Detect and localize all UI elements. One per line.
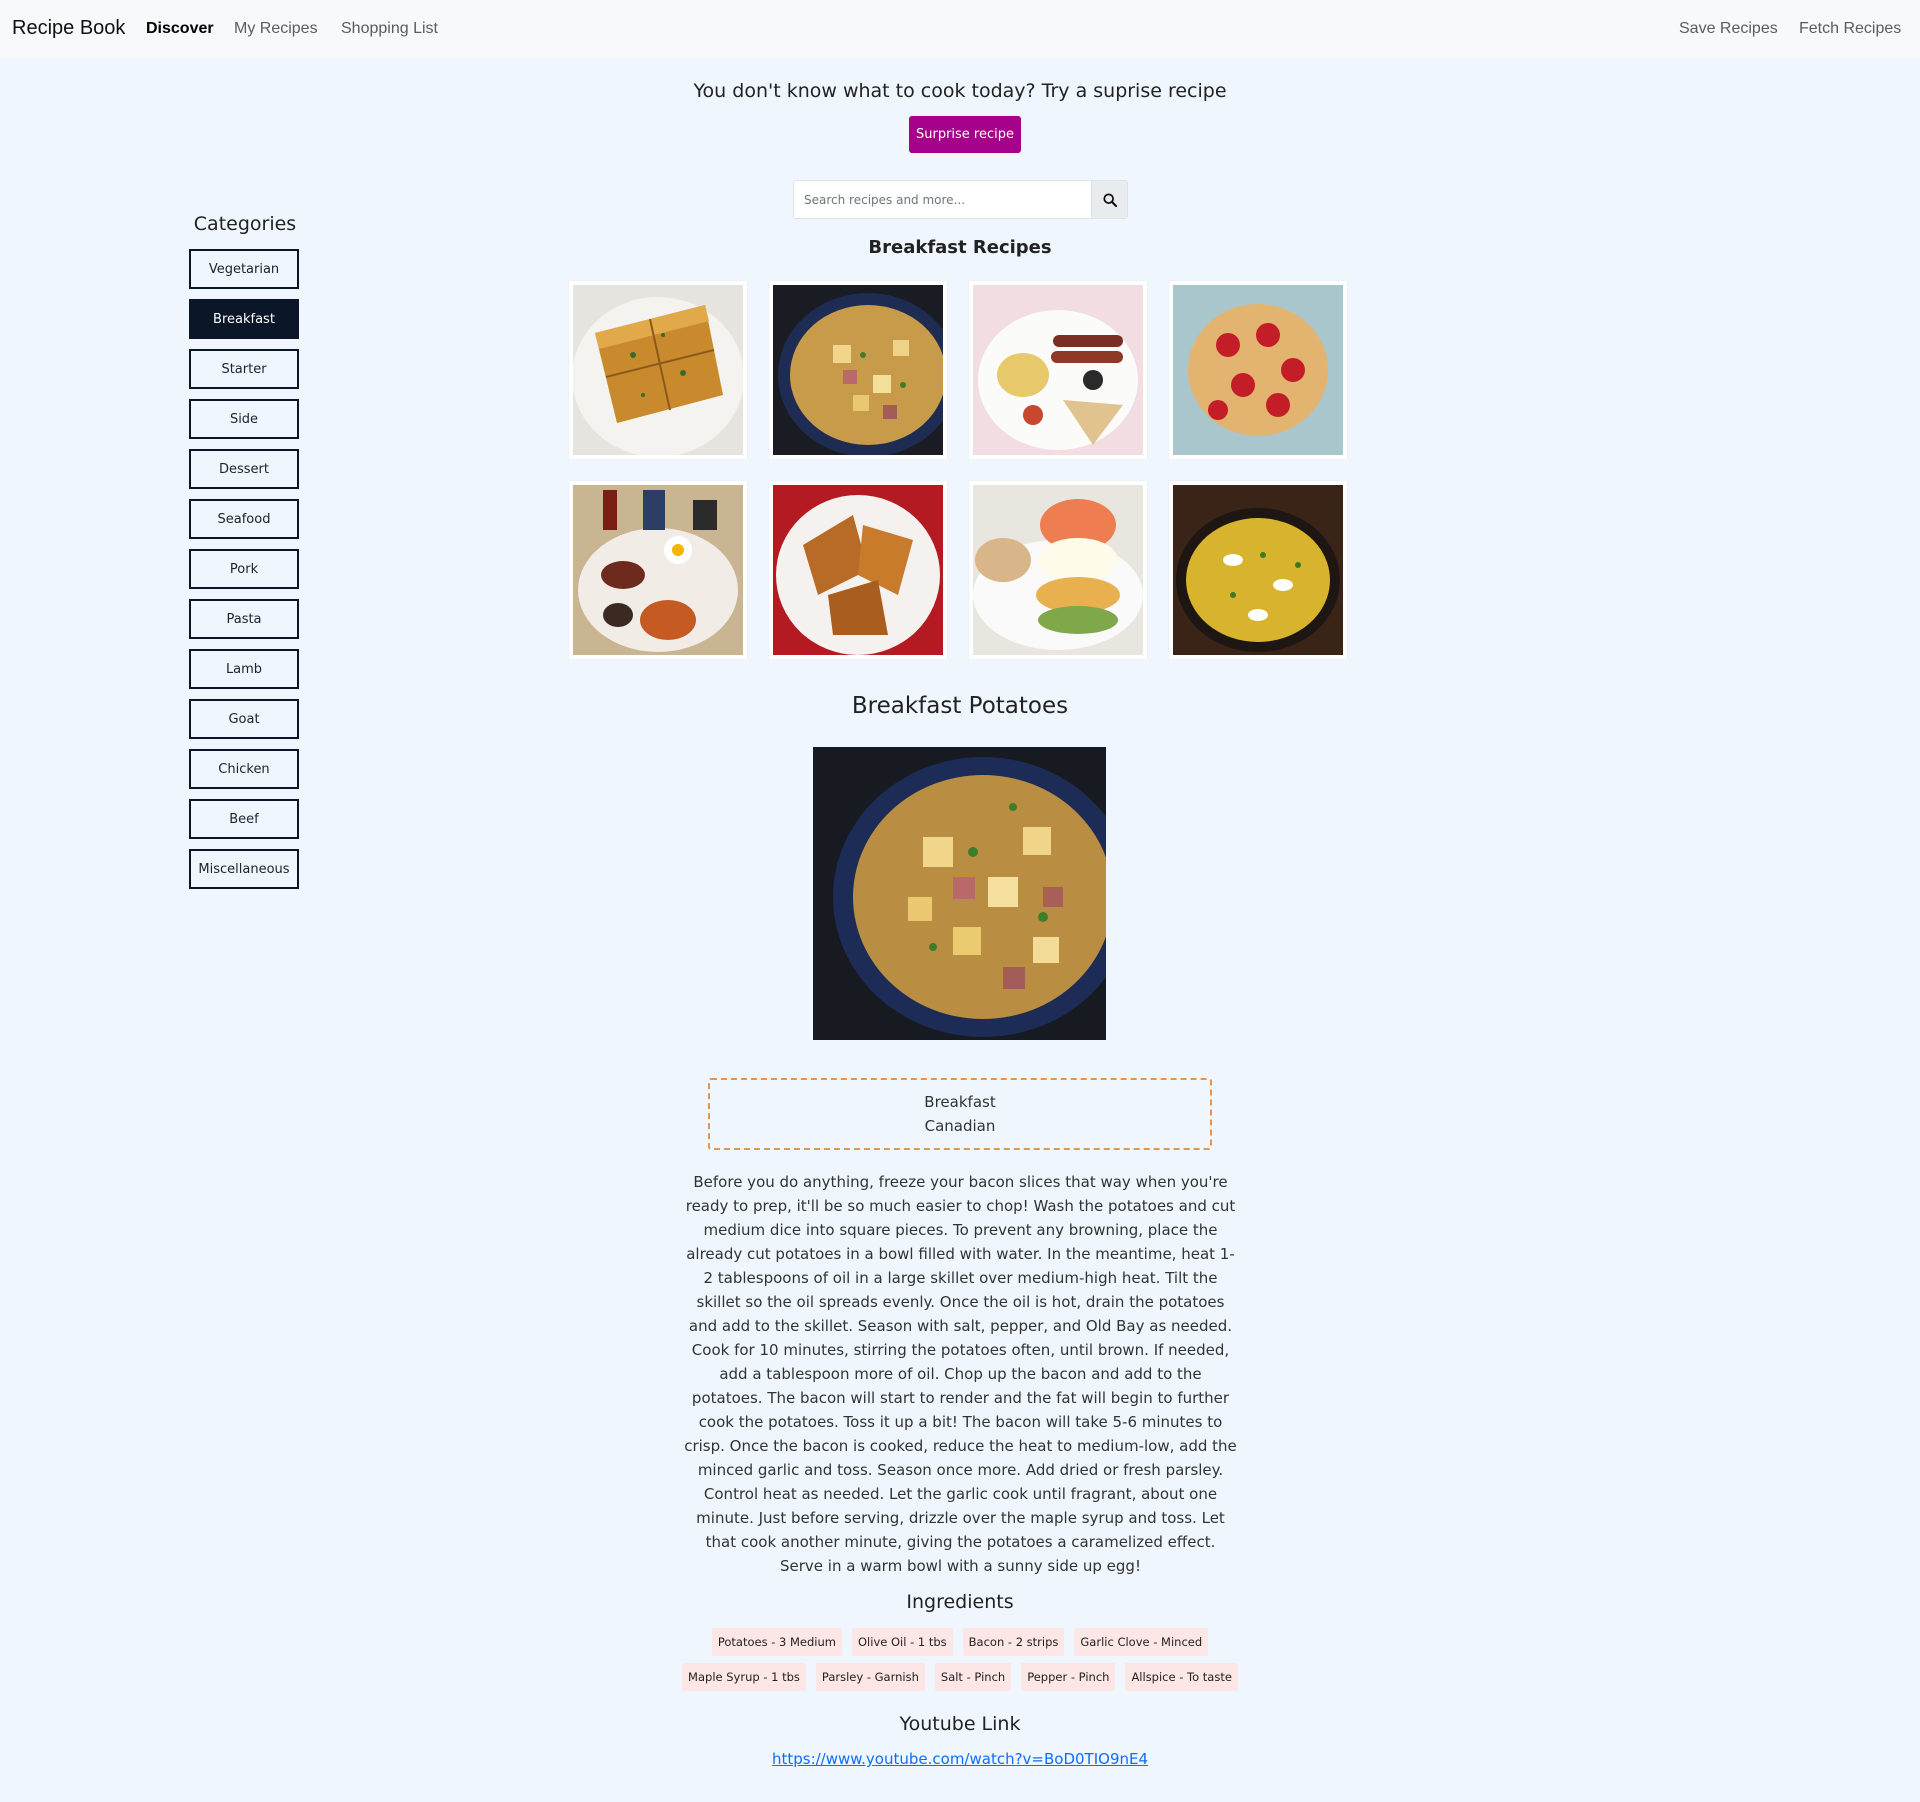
recipe-image (1173, 285, 1343, 455)
ingredient-tag: Salt - Pinch (934, 1663, 1012, 1691)
categories-title: Categories (193, 213, 297, 235)
ingredient-tag: Potatoes - 3 Medium (711, 1628, 842, 1656)
recipe-category: Breakfast (924, 1093, 996, 1111)
search-button[interactable] (1091, 181, 1127, 218)
recipe-instructions: Before you do anything, freeze your baco… (684, 1173, 1237, 1575)
recipe-image (1173, 485, 1343, 655)
nav-link-shopping-list[interactable]: Shopping List (341, 20, 438, 38)
ingredient-tag: Bacon - 2 strips (962, 1628, 1065, 1656)
category-starter[interactable]: Starter (189, 349, 299, 389)
ingredient-tag: Olive Oil - 1 tbs (852, 1628, 953, 1656)
recipe-thumbnail[interactable] (969, 281, 1147, 459)
brand-logo[interactable]: Recipe Book (12, 17, 125, 40)
recipe-hero-image (813, 747, 1106, 1040)
category-miscellaneous[interactable]: Miscellaneous (189, 849, 299, 889)
category-beef[interactable]: Beef (189, 799, 299, 839)
recipe-image (773, 285, 943, 455)
recipe-image (773, 485, 943, 655)
youtube-link[interactable]: https://www.youtube.com/watch?v=BoD0TIO9… (772, 1750, 1148, 1768)
ingredient-tag: Pepper - Pinch (1021, 1663, 1116, 1691)
category-breakfast[interactable]: Breakfast (189, 299, 299, 339)
ingredients-row: Potatoes - 3 Medium Olive Oil - 1 tbs Ba… (0, 1628, 1920, 1656)
search-icon (1102, 192, 1117, 207)
youtube-link-container: https://www.youtube.com/watch?v=BoD0TIO9… (0, 1750, 1920, 1768)
recipe-image (573, 485, 743, 655)
nav-link-discover[interactable]: Discover (146, 20, 214, 38)
youtube-title: Youtube Link (899, 1713, 1021, 1735)
recipe-thumbnail[interactable] (769, 281, 947, 459)
category-side[interactable]: Side (189, 399, 299, 439)
category-chicken[interactable]: Chicken (189, 749, 299, 789)
surprise-heading: You don't know what to cook today? Try a… (693, 80, 1227, 102)
recipe-image (813, 747, 1106, 1040)
recipe-thumbnail[interactable] (1169, 481, 1347, 659)
ingredients-title: Ingredients (906, 1591, 1014, 1613)
ingredient-tag: Parsley - Garnish (815, 1663, 925, 1691)
surprise-recipe-button[interactable]: Surprise recipe (909, 116, 1021, 153)
recipe-tags-box: Breakfast Canadian (708, 1078, 1212, 1150)
nav-link-my-recipes[interactable]: My Recipes (234, 20, 318, 38)
recipe-image (973, 285, 1143, 455)
category-seafood[interactable]: Seafood (189, 499, 299, 539)
ingredient-tag: Maple Syrup - 1 tbs (682, 1663, 806, 1691)
navbar: Recipe Book Discover My Recipes Shopping… (0, 0, 1920, 59)
search-bar (793, 180, 1128, 219)
recipe-thumbnail[interactable] (769, 481, 947, 659)
nav-link-fetch-recipes[interactable]: Fetch Recipes (1799, 20, 1901, 38)
category-pasta[interactable]: Pasta (189, 599, 299, 639)
recipe-thumbnail[interactable] (569, 481, 747, 659)
ingredient-tag: Garlic Clove - Minced (1074, 1628, 1209, 1656)
recipe-list-title: Breakfast Recipes (868, 237, 1052, 258)
recipe-thumbnail[interactable] (969, 481, 1147, 659)
category-lamb[interactable]: Lamb (189, 649, 299, 689)
category-dessert[interactable]: Dessert (189, 449, 299, 489)
category-pork[interactable]: Pork (189, 549, 299, 589)
recipe-title: Breakfast Potatoes (851, 693, 1069, 719)
recipe-image (973, 485, 1143, 655)
search-input[interactable] (794, 181, 1091, 218)
recipe-thumbnail[interactable] (1169, 281, 1347, 459)
ingredients-row: Maple Syrup - 1 tbs Parsley - Garnish Sa… (0, 1663, 1920, 1691)
nav-link-save-recipes[interactable]: Save Recipes (1679, 20, 1778, 38)
recipe-thumbnail[interactable] (569, 281, 747, 459)
recipe-area: Canadian (924, 1117, 996, 1135)
ingredient-tag: Allspice - To taste (1125, 1663, 1238, 1691)
recipe-image (573, 285, 743, 455)
